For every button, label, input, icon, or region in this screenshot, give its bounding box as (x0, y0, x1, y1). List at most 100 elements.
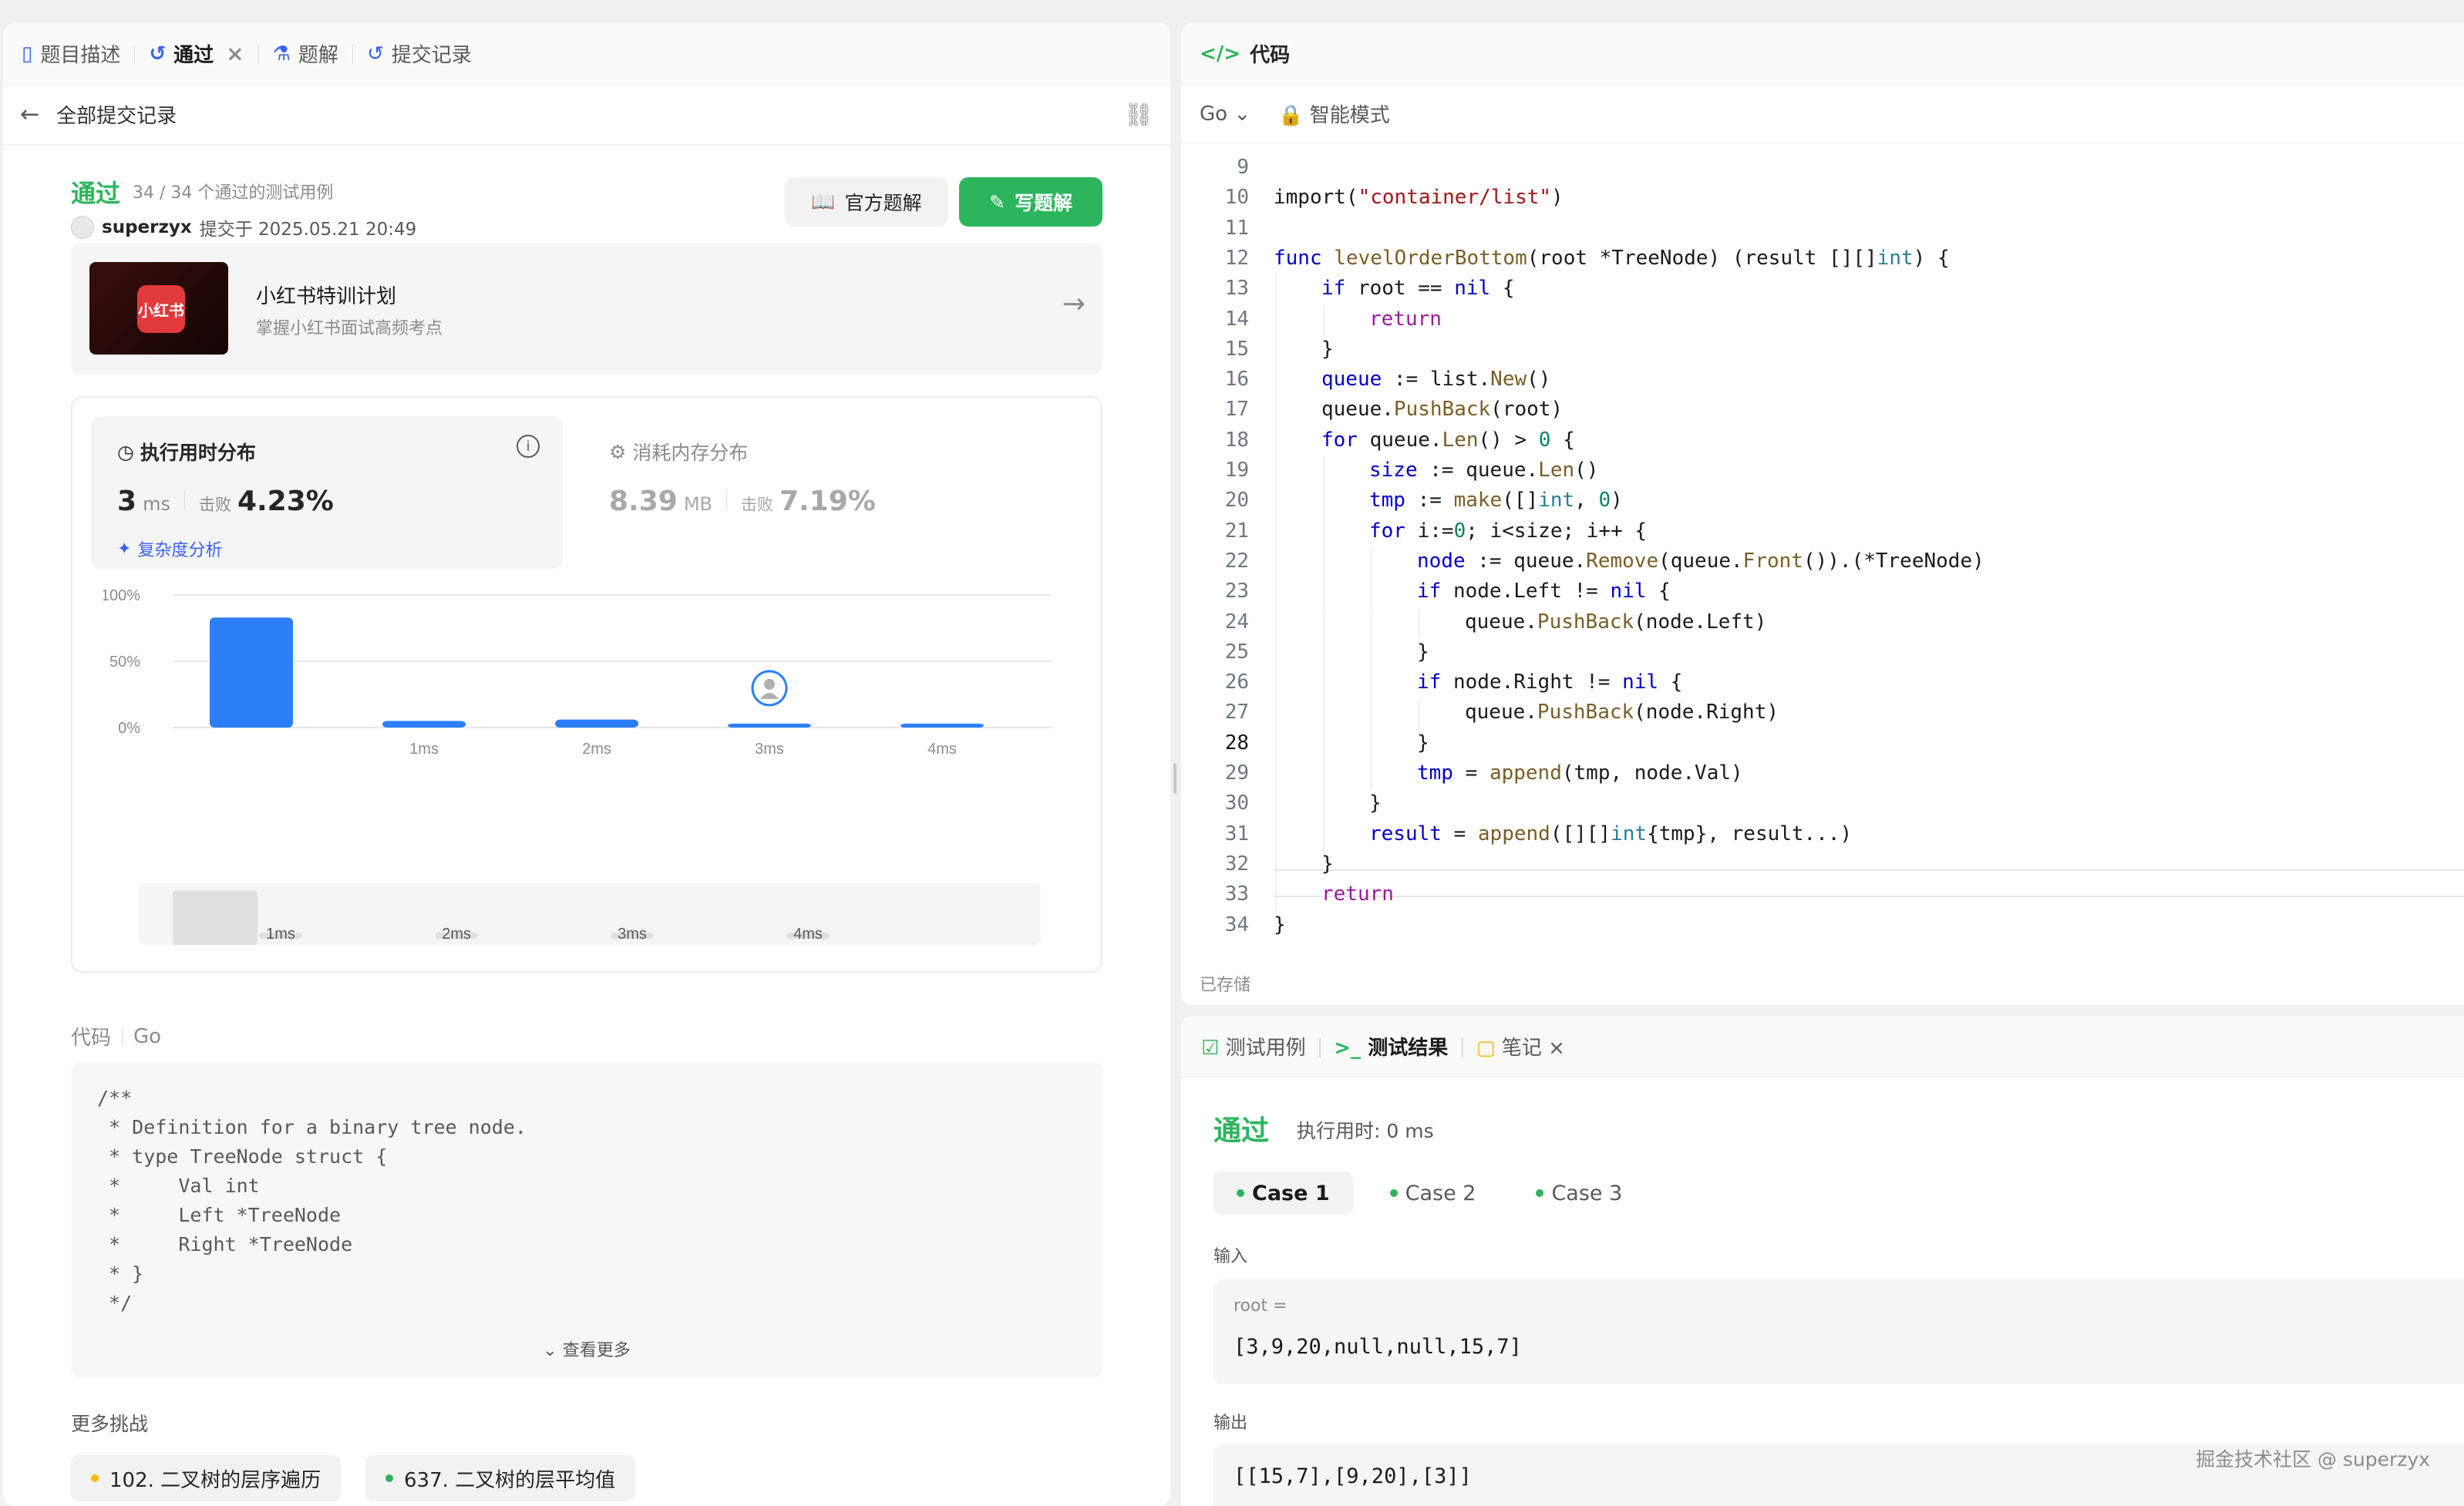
y-tick-label: 100% (103, 587, 140, 604)
tab-test-result[interactable]: >_ 测试结果 (1334, 1032, 1448, 1061)
code-token: result (1369, 822, 1442, 845)
code-language: Go (133, 1024, 162, 1048)
memory-tab[interactable]: ⚙ 消耗内存分布 (609, 438, 748, 466)
memory-beat-percent: 7.19% (779, 486, 876, 517)
tab-submissions[interactable]: ↺ 提交记录 (367, 39, 472, 68)
doc-icon: ▯ (22, 42, 33, 66)
promo-title: 小红书特训计划 (256, 285, 397, 308)
line-number: 26 (1224, 671, 1249, 694)
code-token: if (1417, 671, 1453, 694)
code-token: (node.Right) (1634, 701, 1779, 724)
close-icon[interactable]: × (1548, 1037, 1565, 1060)
slider-handle[interactable] (173, 891, 258, 945)
clock-icon: ◷ (117, 440, 134, 463)
line-number: 17 (1224, 398, 1249, 422)
code-token: tmp (1417, 761, 1453, 785)
code-line: for queue.Len() > 0 { (1274, 429, 1575, 452)
history-icon: ↺ (366, 42, 384, 66)
note-icon: ▢ (1476, 1037, 1496, 1060)
pass-dot (1237, 1189, 1244, 1197)
runtime-value: 3 ms 击败 4.23% (117, 486, 334, 517)
panel-resize-handle[interactable] (1173, 763, 1176, 794)
tab-label: 测试结果 (1368, 1037, 1449, 1060)
official-solution-button[interactable]: 📖 官方题解 (785, 177, 948, 227)
code-token: int (1877, 246, 1914, 270)
tab-separator (134, 43, 136, 64)
code-token: "container/list" (1358, 186, 1552, 210)
code-token: := queue. (1465, 549, 1587, 573)
code-preview-text: /** * Definition for a binary tree node.… (97, 1087, 527, 1314)
code-token: for (1321, 428, 1370, 452)
indent-guide (1275, 275, 1276, 306)
chevron-down-icon: ⌄ (1234, 102, 1251, 126)
challenge-chip[interactable]: 102. 二叉树的层序遍历 (71, 1455, 342, 1501)
line-number: 13 (1224, 277, 1249, 301)
author-row: superzyx 提交于 2025.05.21 20:49 (71, 214, 416, 240)
code-token: ) (1551, 186, 1564, 210)
code-token: return (1369, 307, 1442, 331)
back-arrow-icon[interactable]: ← (20, 101, 39, 128)
bar[interactable] (210, 617, 293, 728)
language-select[interactable]: Go ⌄ (1200, 103, 1251, 126)
tab-solutions[interactable]: ⚗ 题解 (273, 39, 338, 68)
chart-range-slider[interactable]: 1ms 2ms 3ms 4ms (139, 883, 1041, 945)
runtime-distribution-chart[interactable]: 100% 50% 0% 1ms 2ms 3ms 4ms (103, 583, 1075, 868)
tab-label: 题目描述 (40, 44, 121, 67)
code-token: = (1441, 822, 1478, 845)
case-tab[interactable]: Case 2 (1367, 1172, 1500, 1215)
all-submissions-link[interactable]: 全部提交记录 (56, 100, 177, 129)
avatar[interactable] (71, 216, 94, 239)
close-icon[interactable]: × (226, 41, 244, 66)
indent-guide (1275, 305, 1276, 336)
bar[interactable] (728, 723, 811, 728)
y-tick-label: 0% (118, 720, 140, 737)
output-value: [[15,7],[9,20],[3]] (1234, 1464, 1472, 1488)
code-token: { (1490, 277, 1515, 301)
link-icon[interactable]: ⛓ (1124, 102, 1153, 129)
bar[interactable] (555, 719, 638, 728)
runtime-card[interactable]: ◷ 执行用时分布 i 3 ms 击败 4.23% ✦ 复杂度分析 (91, 416, 563, 569)
code-token: } (1321, 852, 1334, 876)
promo-card[interactable]: 小红书 小红书特训计划 掌握小红书面试高频考点 → (71, 244, 1102, 375)
tab-description[interactable]: ▯ 题目描述 (22, 39, 120, 68)
indent-guide (1323, 760, 1324, 791)
tab-passed[interactable]: ↺ 通过 × (149, 39, 244, 68)
case-label: Case 3 (1551, 1181, 1623, 1205)
submitted-code-preview[interactable]: /** * Definition for a binary tree node.… (71, 1062, 1102, 1378)
code-token: func (1274, 246, 1335, 270)
tab-code[interactable]: 代码 (1250, 39, 1290, 68)
author-name[interactable]: superzyx (102, 217, 192, 237)
code-line: if root == nil { (1274, 277, 1514, 300)
code-token: } (1321, 337, 1334, 361)
code-token: node.Right != (1452, 671, 1623, 694)
see-more-button[interactable]: ⌄ 查看更多 (71, 1336, 1102, 1361)
line-number: 33 (1224, 882, 1249, 906)
x-tick-label: 4ms (927, 741, 957, 758)
info-icon[interactable]: i (517, 435, 540, 458)
write-solution-button[interactable]: ✎ 写题解 (959, 177, 1102, 227)
tab-notes[interactable]: ▢ 笔记 × (1476, 1032, 1565, 1061)
tab-testcases[interactable]: ☑ 测试用例 (1201, 1032, 1306, 1061)
line-number: 24 (1224, 610, 1249, 634)
indent-guide (1371, 608, 1372, 639)
mini-chart: 1ms 2ms 3ms 4ms (259, 926, 830, 943)
indent-guide (1275, 396, 1276, 427)
code-token: if (1417, 580, 1453, 603)
mini-tick-label: 2ms (442, 926, 471, 943)
complexity-analysis-link[interactable]: ✦ 复杂度分析 (117, 536, 222, 561)
line-number: 28 (1224, 731, 1249, 755)
bar[interactable] (382, 721, 466, 728)
code-line: } (1274, 852, 1334, 876)
challenge-chip[interactable]: 637. 二叉树的层平均值 (365, 1455, 636, 1501)
code-token: { (1550, 428, 1575, 452)
challenge-label: 102. 二叉树的层序遍历 (109, 1468, 321, 1492)
code-token: tmp (1369, 489, 1405, 513)
smart-mode-toggle[interactable]: 🔒 智能模式 (1278, 99, 1390, 128)
line-number: 21 (1224, 519, 1249, 543)
case-tab[interactable]: Case 1 (1213, 1172, 1353, 1215)
line-number: 30 (1224, 792, 1249, 815)
bar[interactable] (900, 723, 984, 728)
case-tab[interactable]: Case 3 (1513, 1172, 1645, 1215)
code-token: PushBack (1537, 610, 1634, 634)
smart-mode-label: 智能模式 (1309, 104, 1390, 127)
